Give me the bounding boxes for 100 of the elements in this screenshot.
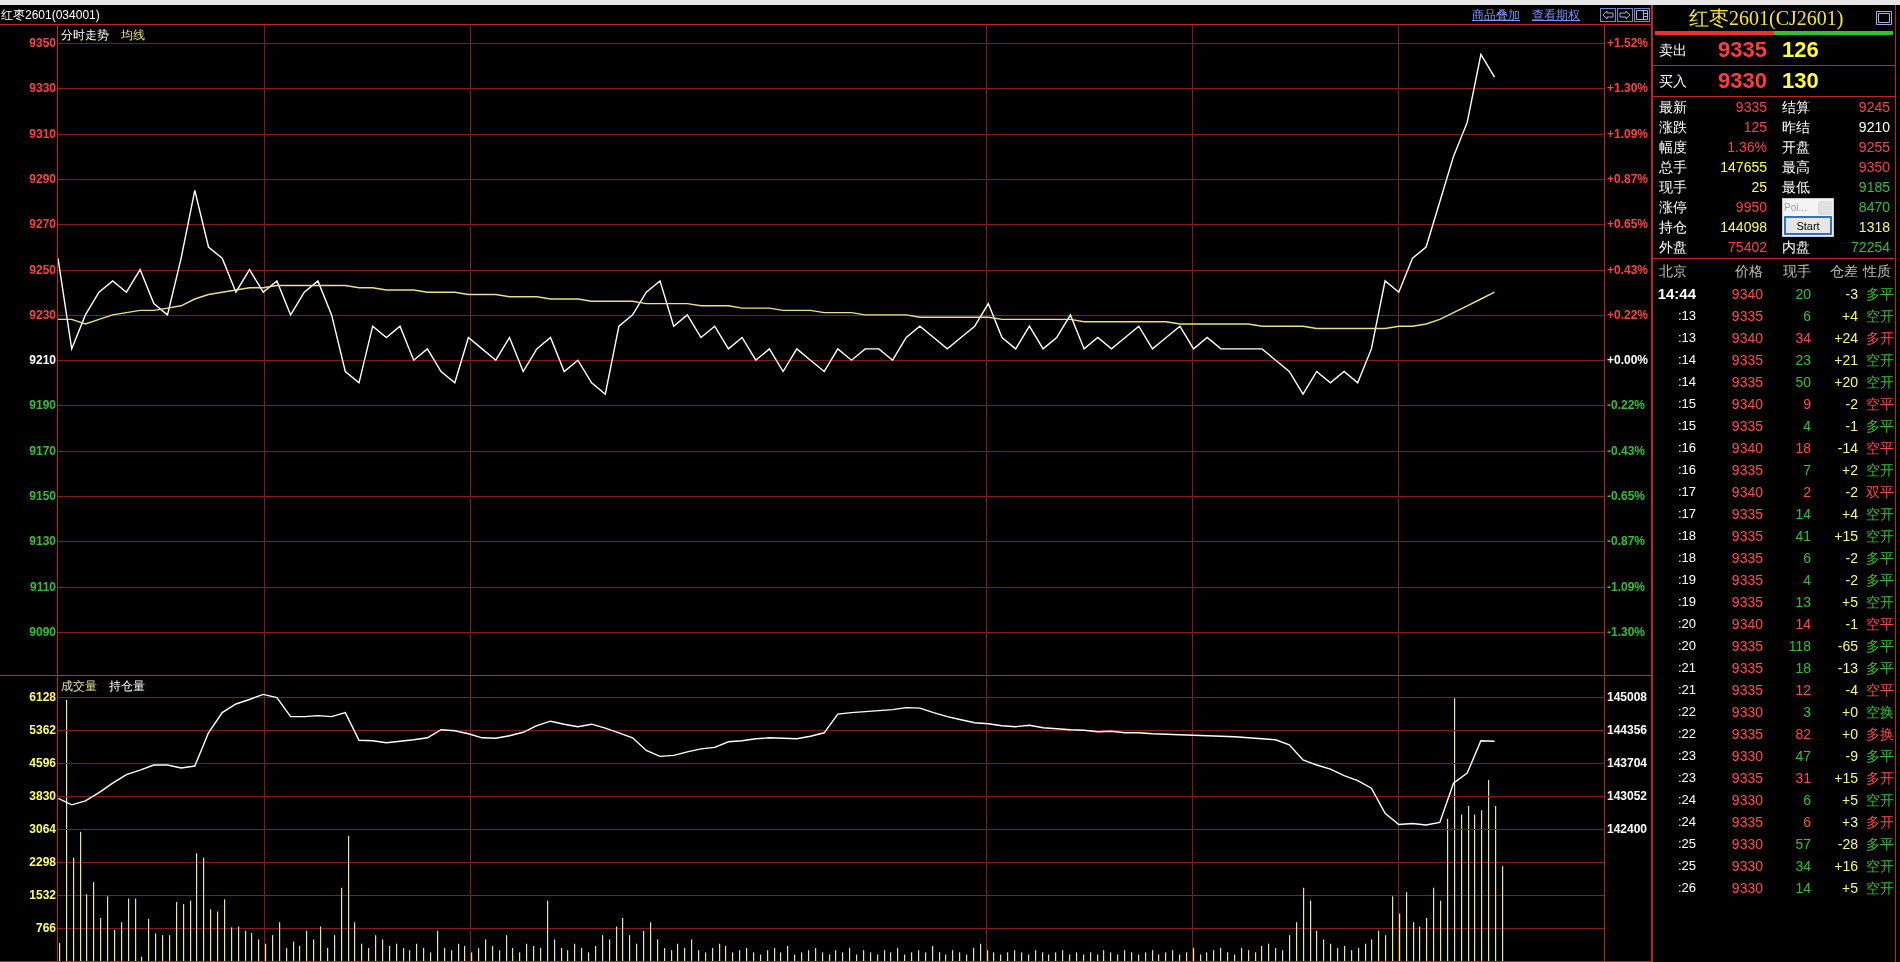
tick-type: 多平 xyxy=(1866,636,1894,656)
tick-price: 9330 xyxy=(1731,856,1763,876)
stat-value: 9350 xyxy=(1858,157,1890,177)
tick-volume: 14 xyxy=(1795,504,1811,524)
tick-volume: 23 xyxy=(1795,350,1811,370)
tick-type: 空开 xyxy=(1866,856,1894,876)
tick-volume: 4 xyxy=(1803,416,1811,436)
tick-time: :19 xyxy=(1677,571,1696,590)
column-header: 性质 xyxy=(1863,261,1891,281)
tick-volume: 18 xyxy=(1795,658,1811,678)
tick-time: :23 xyxy=(1677,747,1696,766)
open-interest-axis-label: 143704 xyxy=(1607,755,1648,770)
nav-left-button[interactable] xyxy=(1600,7,1616,22)
tick-position-change: +16 xyxy=(1834,856,1858,876)
tick-position-change: -2 xyxy=(1845,570,1858,590)
tick-type: 空平 xyxy=(1866,438,1894,458)
tick-time: 14:44 xyxy=(1657,283,1696,304)
tick-volume: 14 xyxy=(1795,878,1811,898)
price-axis-label: 9150 xyxy=(29,489,56,504)
stat-value: 9335 xyxy=(1735,97,1767,117)
tick-price: 9330 xyxy=(1731,702,1763,722)
tick-price: 9335 xyxy=(1731,812,1763,832)
tick-type: 多换 xyxy=(1866,724,1894,744)
tick-price: 9335 xyxy=(1731,350,1763,370)
tick-volume: 57 xyxy=(1795,834,1811,854)
percent-axis-label: -0.22% xyxy=(1607,398,1646,413)
tick-volume: 31 xyxy=(1795,768,1811,788)
tick-type: 多平 xyxy=(1866,570,1894,590)
column-header: 现手 xyxy=(1783,261,1811,281)
tick-position-change: -9 xyxy=(1845,746,1858,766)
tick-volume: 20 xyxy=(1795,284,1811,304)
tick-price: 9335 xyxy=(1731,548,1763,568)
percent-axis-label: +0.22% xyxy=(1607,307,1649,322)
tick-price: 9335 xyxy=(1731,658,1763,678)
tick-price: 9335 xyxy=(1731,592,1763,612)
stat-value: 75402 xyxy=(1728,237,1767,257)
tick-price: 9335 xyxy=(1731,570,1763,590)
layout-button[interactable] xyxy=(1634,7,1650,22)
tick-type: 多平 xyxy=(1866,416,1894,436)
tick-volume: 4 xyxy=(1803,570,1811,590)
tick-price: 9340 xyxy=(1731,328,1763,348)
percent-axis-label: +0.87% xyxy=(1607,172,1649,186)
percent-axis-label: -1.09% xyxy=(1607,579,1646,594)
tick-price: 9330 xyxy=(1731,790,1763,810)
stat-label: 总手 xyxy=(1659,157,1687,177)
tick-time: :13 xyxy=(1677,307,1696,326)
tick-price: 9335 xyxy=(1731,724,1763,744)
tick-time: :21 xyxy=(1677,659,1696,678)
tick-time: :22 xyxy=(1677,703,1696,722)
tick-volume: 118 xyxy=(1788,636,1811,656)
tick-time: :22 xyxy=(1677,725,1696,744)
legend-label: 分时走势 xyxy=(61,28,109,42)
volume-axis-label: 3830 xyxy=(29,789,56,804)
order-volume: 126 xyxy=(1782,37,1819,63)
tick-position-change: -2 xyxy=(1845,548,1858,568)
stat-label: 最高 xyxy=(1782,157,1810,177)
tick-position-change: -14 xyxy=(1837,438,1858,458)
column-header: 仓差 xyxy=(1830,261,1858,281)
tick-time: :20 xyxy=(1677,637,1696,656)
tick-volume: 14 xyxy=(1795,614,1811,634)
stat-value: 9255 xyxy=(1858,137,1890,157)
tick-price: 9340 xyxy=(1731,394,1763,414)
tick-position-change: +2 xyxy=(1842,460,1858,480)
stat-value: 25 xyxy=(1751,177,1767,197)
window-button[interactable] xyxy=(1876,11,1892,25)
tick-volume: 9 xyxy=(1803,394,1811,414)
tick-price: 9330 xyxy=(1731,834,1763,854)
tick-price: 9335 xyxy=(1731,768,1763,788)
tick-time: :14 xyxy=(1677,351,1696,370)
tick-type: 空平 xyxy=(1866,680,1894,700)
tick-type: 空平 xyxy=(1866,614,1894,634)
price-axis-label: 9290 xyxy=(29,172,56,186)
tick-position-change: -65 xyxy=(1837,636,1858,656)
tick-price: 9335 xyxy=(1731,306,1763,326)
tick-position-change: -13 xyxy=(1837,658,1858,678)
nav-right-button[interactable] xyxy=(1617,7,1633,22)
toolbar-link[interactable]: 查看期权 xyxy=(1532,7,1580,22)
volume-axis-label: 766 xyxy=(35,921,56,935)
tick-time: :23 xyxy=(1677,769,1696,788)
stat-value: 9185 xyxy=(1858,177,1890,197)
tick-volume: 13 xyxy=(1795,592,1811,612)
tick-type: 空开 xyxy=(1866,460,1894,480)
percent-axis-label: +1.30% xyxy=(1607,81,1649,96)
open-interest-axis-label: 144356 xyxy=(1607,722,1648,737)
price-axis-label: 9170 xyxy=(29,443,56,458)
tick-volume: 6 xyxy=(1803,790,1811,810)
tick-time: :24 xyxy=(1677,791,1696,810)
stat-label: 涨停 xyxy=(1659,197,1687,217)
toolbar-link[interactable]: 商品叠加 xyxy=(1472,7,1520,22)
tick-type: 多平 xyxy=(1866,658,1894,678)
tick-type: 多平 xyxy=(1866,746,1894,766)
stat-label: 昨结 xyxy=(1782,117,1810,137)
volume-axis-label: 4596 xyxy=(29,756,56,771)
start-button[interactable]: Start xyxy=(1784,216,1832,235)
stat-value: 147655 xyxy=(1720,157,1767,177)
tick-time: :14 xyxy=(1677,373,1696,392)
tick-price: 9330 xyxy=(1731,878,1763,898)
order-volume: 130 xyxy=(1782,68,1819,94)
price-axis-label: 9130 xyxy=(29,534,56,549)
tick-position-change: -1 xyxy=(1845,614,1858,634)
